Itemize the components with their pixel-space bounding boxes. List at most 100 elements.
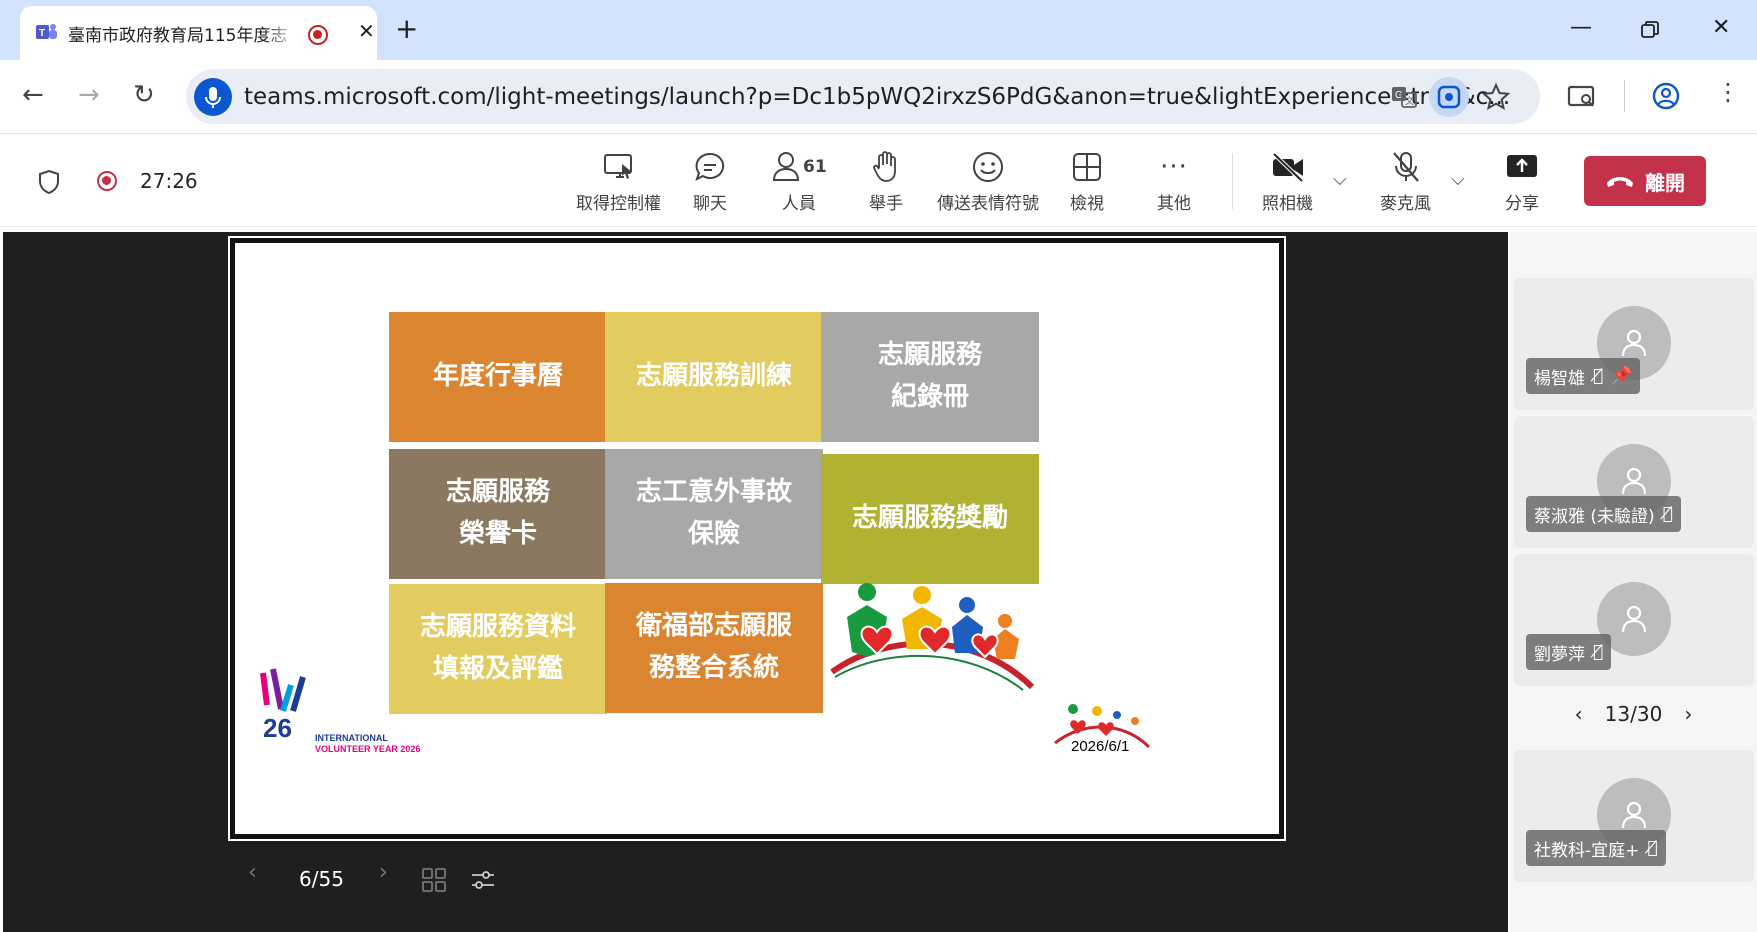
participant-name: 社教科-宜庭+ [1534, 840, 1640, 861]
browser-toolbar: ← → ↻ teams.microsoft.com/light-meetings… [0, 60, 1757, 134]
toolbar-separator [1232, 153, 1233, 209]
take-control-icon [603, 154, 632, 179]
share-button[interactable]: 分享 [1505, 147, 1539, 214]
google-lens-icon[interactable] [1429, 77, 1469, 117]
participant-tile[interactable]: 社教科-宜庭+ 🎙̸ [1514, 750, 1754, 882]
camera-button[interactable]: 照相機 [1262, 147, 1313, 214]
take-control-label: 取得控制權 [576, 194, 661, 214]
back-icon[interactable]: ← [22, 80, 44, 110]
camera-off-icon [1272, 152, 1303, 183]
person-icon [1621, 801, 1647, 829]
shared-content-stage: 年度行事曆 志願服務訓練 志願服務 紀錄冊 志願服務 榮譽卡 志工意外事故 保險 志願服務獎勵志… [3, 232, 1508, 932]
mic-button[interactable]: 麥克風 [1380, 147, 1431, 214]
tile-label: 志願服務 [445, 477, 550, 508]
close-window-icon[interactable]: ✕ [1712, 15, 1730, 40]
participant-name: 劉夢萍 [1534, 644, 1585, 665]
minimize-icon[interactable]: — [1570, 15, 1592, 40]
participant-tile[interactable]: 劉夢萍 🎙̸ [1514, 554, 1754, 686]
meeting-timer: 27:26 [140, 169, 198, 193]
reactions-button[interactable]: 傳送表情符號 [937, 147, 1039, 214]
slide-menu-tile: 志願服務訓練 [605, 312, 823, 442]
tile-label: 志願服務獎勵 [851, 503, 1008, 534]
slide-grid-icon[interactable] [421, 867, 447, 893]
muted-mic-icon: 🎙̸ [1593, 642, 1604, 662]
previous-slide-icon[interactable]: ‹ [248, 860, 257, 885]
presentation-slide: 年度行事曆 志願服務訓練 志願服務 紀錄冊 志願服務 榮譽卡 志工意外事故 保險 志願服務獎勵志… [228, 236, 1286, 841]
tab-search-icon[interactable] [1566, 80, 1598, 112]
address-bar[interactable]: teams.microsoft.com/light-meetings/launc… [186, 69, 1540, 124]
restore-icon[interactable] [1641, 21, 1659, 39]
tile-label: 保險 [687, 519, 740, 549]
forward-icon[interactable]: → [78, 80, 100, 110]
view-label: 檢視 [1070, 194, 1104, 214]
slide-page-counter: 6/55 [299, 867, 344, 891]
reload-icon[interactable]: ↻ [133, 80, 155, 110]
people-label: 人員 [781, 194, 816, 214]
person-icon [1621, 329, 1647, 357]
more-label: 其他 [1157, 194, 1191, 214]
grid-view-icon [1073, 153, 1101, 181]
next-page-icon[interactable]: › [1684, 702, 1692, 726]
teams-icon: T [36, 24, 57, 39]
ivy-logo-text-2: VOLUNTEER YEAR 2026 [315, 744, 421, 754]
people-button[interactable]: 61 人員 [771, 147, 827, 214]
new-tab-button[interactable]: + [395, 12, 418, 45]
participant-name: 楊智雄 [1534, 368, 1585, 389]
person-icon [1621, 605, 1647, 633]
slide-menu-tile: 衛福部志願服 務整合系統 [605, 583, 823, 713]
tile-label: 年度行事曆 [432, 361, 563, 392]
raise-hand-label: 舉手 [869, 194, 903, 214]
bookmark-star-icon[interactable] [1481, 82, 1511, 112]
ivy-logo-text-1: INTERNATIONAL [315, 733, 388, 743]
slide-menu-tile: 志願服務資料 填報及評鑑 [389, 584, 607, 714]
tile-label: 志願服務 [877, 340, 982, 371]
reactions-label: 傳送表情符號 [937, 194, 1039, 214]
raise-hand-button[interactable]: 舉手 [869, 147, 903, 214]
tab-title: 臺南市政府教育局115年度志 [68, 26, 288, 46]
slide-settings-icon[interactable] [470, 867, 496, 893]
volunteer-hearts-logo [830, 583, 1035, 691]
chat-icon [695, 152, 725, 181]
view-button[interactable]: 檢視 [1070, 147, 1104, 214]
recording-indicator-icon [97, 171, 117, 191]
tile-label: 志工意外事故 [635, 477, 792, 508]
next-slide-icon[interactable]: › [379, 860, 388, 885]
microphone-in-use-icon[interactable] [194, 78, 232, 116]
participant-name-tag: 社教科-宜庭+ 🎙̸ [1526, 830, 1666, 866]
participant-page-counter: 13/30 [1604, 702, 1663, 726]
participant-count: 61 [803, 157, 827, 177]
participant-name: 蔡淑雅 (未驗證) [1534, 506, 1655, 527]
meeting-controls-bar: 27:26 取得控制權 聊天 61 人員 舉手 傳送表情符號 檢視 ··· 其他… [0, 135, 1757, 227]
translate-icon[interactable]: G文 [1389, 82, 1419, 112]
mic-options-chevron-icon[interactable]: ⌵ [1451, 169, 1465, 190]
close-tab-icon[interactable]: ✕ [358, 19, 375, 43]
raise-hand-icon [873, 151, 896, 182]
participant-tile[interactable]: 蔡淑雅 (未驗證) 🎙̸ [1514, 416, 1754, 548]
tile-label: 志願服務資料 [419, 612, 576, 643]
browser-tab[interactable]: T 臺南市政府教育局115年度志 ✕ [20, 6, 377, 60]
recording-icon [308, 25, 328, 45]
mic-off-icon [1392, 152, 1419, 182]
leave-button[interactable]: 離開 [1584, 156, 1706, 206]
tile-label: 榮譽卡 [458, 519, 537, 549]
take-control-button[interactable]: 取得控制權 [576, 147, 661, 214]
mic-label: 麥克風 [1380, 194, 1431, 214]
camera-options-chevron-icon[interactable]: ⌵ [1333, 169, 1347, 190]
hang-up-icon [1607, 177, 1633, 187]
participant-tile[interactable]: 楊智雄 🎙̸ 📌 [1514, 278, 1754, 410]
share-icon [1507, 155, 1537, 177]
leave-label: 離開 [1645, 170, 1685, 195]
participant-name-tag: 劉夢萍 🎙̸ [1526, 634, 1612, 670]
chrome-menu-icon[interactable]: ⋮ [1716, 78, 1740, 106]
more-button[interactable]: ··· 其他 [1157, 147, 1191, 214]
profile-icon[interactable] [1650, 80, 1682, 112]
ivy-2026-logo-mark: 26 [260, 668, 306, 743]
shield-icon[interactable] [37, 169, 61, 195]
muted-mic-icon: 🎙̸ [1593, 366, 1604, 386]
toolbar-divider [1624, 80, 1625, 112]
chat-button[interactable]: 聊天 [693, 147, 727, 214]
muted-mic-icon: 🎙̸ [1647, 838, 1658, 858]
previous-page-icon[interactable]: ‹ [1575, 702, 1583, 726]
participant-pager: ‹ 13/30 › [1510, 702, 1757, 726]
participant-name-tag: 楊智雄 🎙̸ 📌 [1526, 358, 1641, 394]
